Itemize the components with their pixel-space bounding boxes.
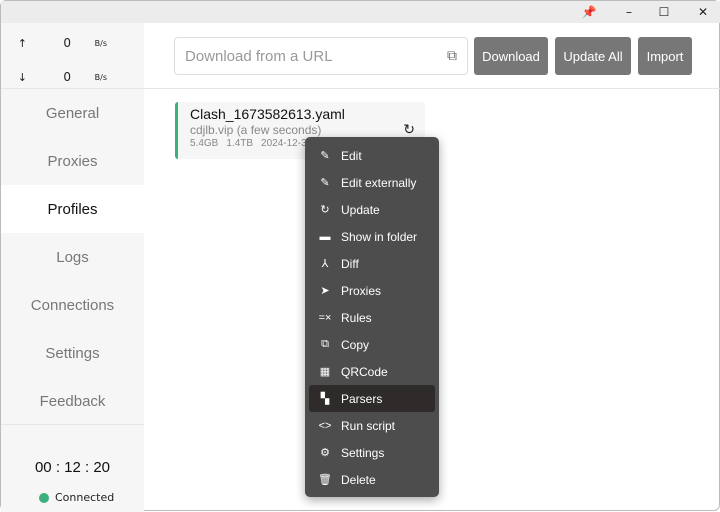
- nav-connections[interactable]: Connections: [1, 281, 144, 329]
- pin-icon[interactable]: 📌: [571, 1, 607, 23]
- download-button[interactable]: Download: [474, 37, 548, 75]
- refresh-icon[interactable]: ↻: [403, 122, 415, 138]
- close-button[interactable]: ✕: [685, 1, 720, 23]
- menu-label: Show in folder: [341, 229, 418, 244]
- menu-label: Rules: [341, 310, 372, 325]
- nav-general[interactable]: General: [1, 89, 144, 137]
- menu-label: Update: [341, 202, 380, 217]
- menu-item-proxies[interactable]: ➤ Proxies: [309, 277, 435, 304]
- menu-icon: <>: [318, 419, 332, 432]
- menu-item-edit[interactable]: ✎ Edit: [309, 142, 435, 169]
- menu-label: Edit: [341, 148, 362, 163]
- menu-label: Run script: [341, 418, 396, 433]
- menu-item-delete[interactable]: 🗑 Delete: [309, 466, 435, 493]
- context-menu: ✎ Edit ✎ Edit externally ↻ Update ▬ Show in fol…: [305, 137, 439, 497]
- traffic-panel: ↑ 0 B/s ↓ 0 B/s: [1, 23, 144, 89]
- menu-label: Delete: [341, 472, 376, 487]
- menu-icon: 🗑: [318, 474, 332, 486]
- upload-value: 0: [63, 36, 71, 50]
- paste-icon[interactable]: ⧉: [447, 47, 457, 64]
- menu-icon: ✎: [320, 177, 330, 189]
- url-input[interactable]: Download from a URL ⧉: [174, 37, 468, 75]
- menu-label: QRCode: [341, 364, 388, 379]
- profile-subtitle: cdjlb.vip (a few seconds): [190, 123, 322, 137]
- title-bar: 📌 – ☐ ✕: [1, 1, 720, 23]
- menu-icon: ⅄: [321, 258, 329, 270]
- menu-item-parsers[interactable]: ▚ Parsers: [309, 385, 435, 412]
- menu-icon: ⚙: [320, 447, 330, 459]
- download-arrow-icon: ↓: [17, 70, 27, 84]
- menu-label: Diff: [341, 256, 359, 271]
- menu-icon: ▦: [319, 366, 331, 378]
- upload-arrow-icon: ↑: [17, 36, 27, 50]
- nav-feedback[interactable]: Feedback: [1, 377, 144, 425]
- menu-item-settings[interactable]: ⚙ Settings: [309, 439, 435, 466]
- maximize-button[interactable]: ☐: [646, 1, 682, 23]
- menu-label: Copy: [341, 337, 370, 352]
- menu-icon: ⧉: [321, 338, 329, 350]
- menu-item-copy[interactable]: ⧉ Copy: [309, 331, 435, 358]
- nav-settings[interactable]: Settings: [1, 329, 144, 377]
- menu-label: Parsers: [341, 391, 383, 406]
- status-label: Connected: [55, 491, 115, 504]
- upload-unit: B/s: [94, 38, 107, 48]
- status-panel: 00 : 12 : 20 Connected: [1, 424, 144, 512]
- url-placeholder: Download from a URL: [185, 47, 333, 65]
- profile-name: Clash_1673582613.yaml: [190, 106, 345, 122]
- profiles-header: Download from a URL ⧉ Download Update All…: [144, 23, 720, 89]
- menu-icon: =×: [318, 311, 332, 324]
- sidebar: ↑ 0 B/s ↓ 0 B/s General Proxies Profiles Log…: [1, 23, 144, 512]
- menu-item-show-in-folder[interactable]: ▬ Show in folder: [309, 223, 435, 250]
- menu-icon: ▚: [320, 393, 330, 405]
- import-button[interactable]: Import: [638, 37, 692, 75]
- menu-item-update[interactable]: ↻ Update: [309, 196, 435, 223]
- menu-item-edit-externally[interactable]: ✎ Edit externally: [309, 169, 435, 196]
- menu-item-diff[interactable]: ⅄ Diff: [309, 250, 435, 277]
- download-value: 0: [63, 70, 71, 84]
- nav-profiles[interactable]: Profiles: [1, 185, 144, 233]
- menu-icon: ▬: [319, 230, 331, 243]
- status-dot-icon: [39, 492, 49, 503]
- menu-item-run-script[interactable]: <> Run script: [309, 412, 435, 439]
- nav-list: General Proxies Profiles Logs Connection…: [1, 89, 144, 425]
- menu-label: Proxies: [341, 283, 382, 298]
- profile-expire: 2024-12-3: [261, 138, 307, 149]
- menu-icon: ➤: [320, 285, 330, 297]
- uptime-timer: 00 : 12 : 20: [34, 459, 111, 476]
- menu-icon: ✎: [320, 150, 330, 162]
- menu-label: Settings: [341, 445, 385, 460]
- profile-used: 5.4GB: [190, 138, 219, 149]
- menu-item-rules[interactable]: =× Rules: [309, 304, 435, 331]
- minimize-button[interactable]: –: [611, 1, 647, 23]
- menu-label: Edit externally: [341, 175, 417, 190]
- nav-logs[interactable]: Logs: [1, 233, 144, 281]
- menu-icon: ↻: [320, 204, 330, 216]
- update-all-button[interactable]: Update All: [555, 37, 631, 75]
- menu-item-qrcode[interactable]: ▦ QRCode: [309, 358, 435, 385]
- nav-proxies[interactable]: Proxies: [1, 137, 144, 185]
- connection-status: Connected: [39, 491, 114, 504]
- profile-total: 1.4TB: [226, 138, 254, 149]
- download-unit: B/s: [94, 72, 107, 82]
